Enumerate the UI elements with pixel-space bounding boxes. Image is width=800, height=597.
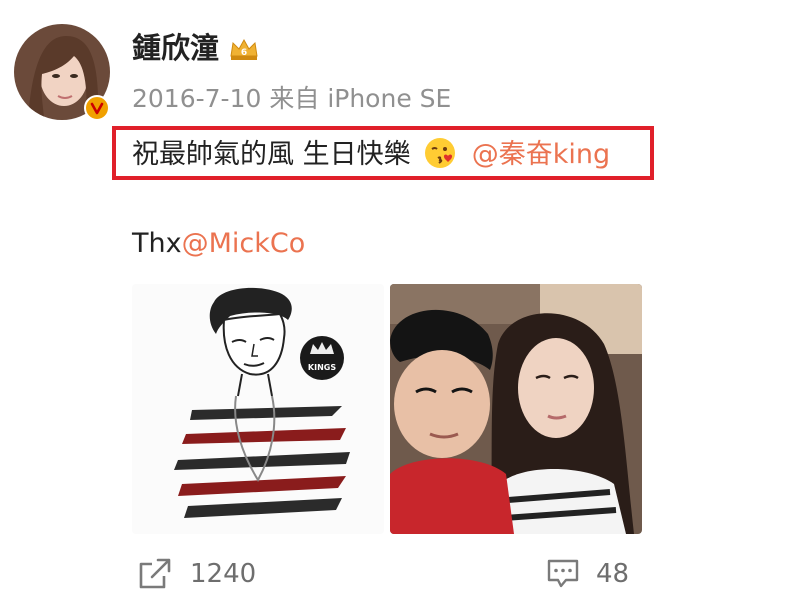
mention-link[interactable]: @秦奋king	[472, 139, 610, 170]
thx-text: Thx	[132, 228, 182, 259]
svg-text:6: 6	[241, 48, 247, 58]
comment-icon	[547, 559, 579, 588]
share-count: 1240	[190, 559, 257, 589]
comment-count: 48	[596, 559, 630, 589]
post-image-photo[interactable]	[390, 284, 642, 534]
source-device[interactable]: iPhone SE	[327, 84, 451, 113]
share-button[interactable]: 1240	[138, 554, 256, 594]
post-text: 祝最帥氣的風 生日快樂	[132, 139, 411, 170]
post-image-illustration[interactable]: KINGS	[132, 284, 384, 534]
thx-mention-link[interactable]: @MickCo	[182, 228, 306, 259]
post-text-line: 祝最帥氣的風 生日快樂 @秦奋king	[132, 136, 610, 172]
kiss-face-emoji-icon	[423, 136, 457, 170]
verified-badge-icon	[84, 95, 110, 121]
kings-badge-text: KINGS	[308, 363, 336, 372]
post-meta: 2016-7-10 来自 iPhone SE	[132, 82, 451, 116]
thx-line: Thx@MickCo	[132, 226, 305, 262]
post-timestamp[interactable]: 2016-7-10	[132, 84, 261, 113]
comment-button[interactable]: 48	[546, 554, 629, 594]
share-icon	[139, 558, 171, 589]
crown-icon: 6	[228, 36, 260, 62]
source-prefix: 来自	[269, 84, 320, 113]
author-name[interactable]: 鍾欣潼	[132, 28, 219, 68]
